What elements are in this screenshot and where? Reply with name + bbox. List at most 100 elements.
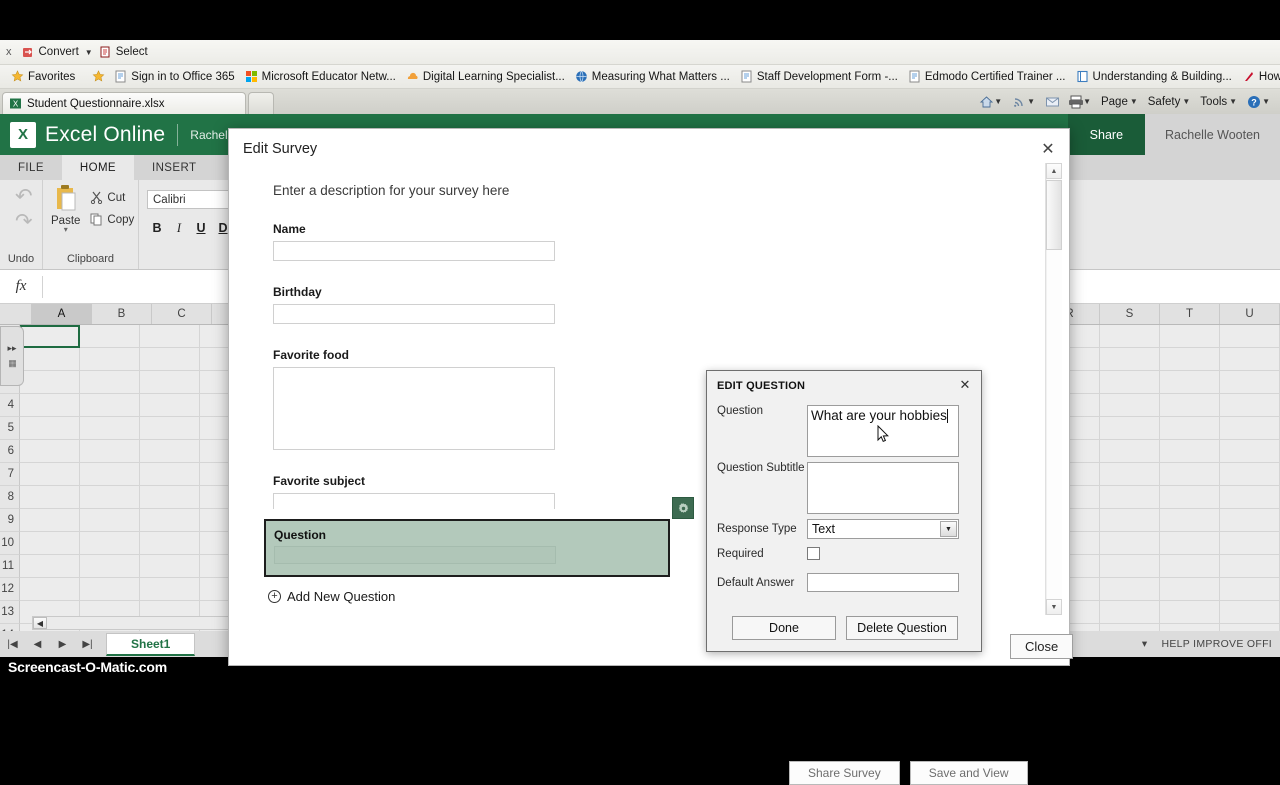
row-header[interactable]: 9 xyxy=(0,509,20,532)
grid-cell[interactable] xyxy=(1100,463,1160,486)
grid-cell[interactable] xyxy=(1100,532,1160,555)
grid-cell[interactable] xyxy=(1220,555,1280,578)
dialog-vertical-scrollbar[interactable]: ▲ ▼ xyxy=(1045,163,1062,615)
tab-home[interactable]: HOME xyxy=(61,155,134,180)
chevron-down-icon[interactable]: ▼ xyxy=(1083,97,1091,106)
grid-cell[interactable] xyxy=(140,532,200,555)
row-header[interactable]: 6 xyxy=(0,440,20,463)
first-sheet-button[interactable]: |◀ xyxy=(0,639,25,650)
next-sheet-button[interactable]: ▶ xyxy=(50,639,75,650)
grid-cell[interactable] xyxy=(140,417,200,440)
grid-cell[interactable] xyxy=(1220,601,1280,624)
copy-button[interactable]: Copy xyxy=(86,211,138,228)
account-label[interactable]: Rachelle Wooten xyxy=(1145,114,1280,155)
gear-icon[interactable] xyxy=(672,497,694,519)
browser-tab[interactable]: X Student Questionnaire.xlsx xyxy=(2,92,246,114)
row-header[interactable]: 4 xyxy=(0,394,20,417)
grid-cell[interactable] xyxy=(80,463,140,486)
grid-cell[interactable] xyxy=(1160,394,1220,417)
grid-cell[interactable] xyxy=(140,578,200,601)
grid-cell[interactable] xyxy=(80,348,140,371)
scroll-up-arrow[interactable]: ▲ xyxy=(1046,163,1062,179)
grid-cell[interactable] xyxy=(1220,348,1280,371)
field-input-favorite-food[interactable] xyxy=(273,367,555,450)
active-cell[interactable] xyxy=(20,325,80,348)
grid-cell[interactable] xyxy=(140,463,200,486)
chevron-down-icon[interactable]: ▼ xyxy=(1182,97,1190,106)
question-subtitle-input[interactable] xyxy=(807,462,959,514)
grid-cell[interactable] xyxy=(1160,417,1220,440)
grid-cell[interactable] xyxy=(80,486,140,509)
grid-cell[interactable] xyxy=(80,417,140,440)
tab-insert[interactable]: INSERT xyxy=(134,155,214,180)
grid-cell[interactable] xyxy=(140,348,200,371)
chevron-down-icon[interactable]: ▾ xyxy=(64,226,68,234)
grid-cell[interactable] xyxy=(1100,601,1160,624)
survey-description[interactable]: Enter a description for your survey here xyxy=(273,183,1039,198)
bookmark-item[interactable]: Sign in to Office 365 xyxy=(109,70,239,83)
grid-cell[interactable] xyxy=(1100,371,1160,394)
grid-cell[interactable] xyxy=(1100,417,1160,440)
select-all-corner[interactable] xyxy=(0,304,32,324)
grid-cell[interactable] xyxy=(1100,486,1160,509)
grid-cell[interactable] xyxy=(80,371,140,394)
chevron-down-icon[interactable]: ▼ xyxy=(1027,97,1035,106)
grid-cell[interactable] xyxy=(80,394,140,417)
read-mail-button[interactable] xyxy=(1041,93,1062,110)
grid-cell[interactable] xyxy=(20,532,80,555)
grid-cell[interactable] xyxy=(20,371,80,394)
grid-cell[interactable] xyxy=(80,440,140,463)
grid-cell[interactable] xyxy=(1220,325,1280,348)
undo-button[interactable]: ↶ xyxy=(8,184,34,209)
bookmark-item[interactable]: Microsoft Educator Netw... xyxy=(240,70,401,83)
chevron-down-icon[interactable]: ▼ xyxy=(994,97,1002,106)
grid-cell[interactable] xyxy=(1160,463,1220,486)
share-survey-button[interactable]: Share Survey xyxy=(789,761,900,785)
last-sheet-button[interactable]: ▶| xyxy=(75,639,100,650)
chevron-down-icon[interactable]: ▼ xyxy=(1262,97,1270,106)
tab-file[interactable]: FILE xyxy=(0,155,62,180)
scroll-left-arrow[interactable]: ◀ xyxy=(33,617,47,629)
grid-cell[interactable] xyxy=(20,463,80,486)
required-checkbox[interactable] xyxy=(807,547,820,560)
chevron-down-icon[interactable]: ▼ xyxy=(940,521,957,537)
grid-cell[interactable] xyxy=(140,325,200,348)
grid-cell[interactable] xyxy=(1160,440,1220,463)
grid-cell[interactable] xyxy=(1100,578,1160,601)
convert-dropdown-caret[interactable]: ▼ xyxy=(85,48,93,57)
tools-menu[interactable]: Tools ▼ xyxy=(1196,94,1241,110)
grid-cell[interactable] xyxy=(1160,578,1220,601)
grid-cell[interactable] xyxy=(1220,463,1280,486)
grid-cell[interactable] xyxy=(140,486,200,509)
grid-cell[interactable] xyxy=(1160,532,1220,555)
column-header-b[interactable]: B xyxy=(92,304,152,324)
grid-cell[interactable] xyxy=(1220,371,1280,394)
grid-cell[interactable] xyxy=(1160,486,1220,509)
bold-button[interactable]: B xyxy=(147,218,167,238)
new-tab-button[interactable] xyxy=(248,92,274,114)
grid-cell[interactable] xyxy=(20,555,80,578)
grid-cell[interactable] xyxy=(1220,486,1280,509)
cut-button[interactable]: Cut xyxy=(86,189,138,206)
grid-cell[interactable] xyxy=(80,555,140,578)
grid-cell[interactable] xyxy=(1100,509,1160,532)
grid-cell[interactable] xyxy=(1100,555,1160,578)
row-header[interactable]: 7 xyxy=(0,463,20,486)
sheet-navigation-widget[interactable]: ▸▸ ▦ xyxy=(0,326,24,386)
home-button[interactable]: ▼ xyxy=(975,93,1006,110)
grid-cell[interactable] xyxy=(1160,555,1220,578)
grid-cell[interactable] xyxy=(80,509,140,532)
bookmark-item[interactable]: Measuring What Matters ... xyxy=(570,70,735,83)
grid-cell[interactable] xyxy=(1220,440,1280,463)
sheet-tab-sheet1[interactable]: Sheet1 xyxy=(106,632,196,656)
redo-button[interactable]: ↷ xyxy=(8,209,34,234)
scrollbar-thumb[interactable] xyxy=(1046,180,1062,250)
grid-cell[interactable] xyxy=(1160,509,1220,532)
grid-cell[interactable] xyxy=(1220,417,1280,440)
grid-cell[interactable] xyxy=(1100,325,1160,348)
feeds-button[interactable]: ▼ xyxy=(1008,93,1039,110)
grid-cell[interactable] xyxy=(20,440,80,463)
default-answer-input[interactable] xyxy=(807,573,959,592)
status-caret-icon[interactable]: ▾ xyxy=(1142,638,1148,650)
italic-button[interactable]: I xyxy=(169,218,189,238)
